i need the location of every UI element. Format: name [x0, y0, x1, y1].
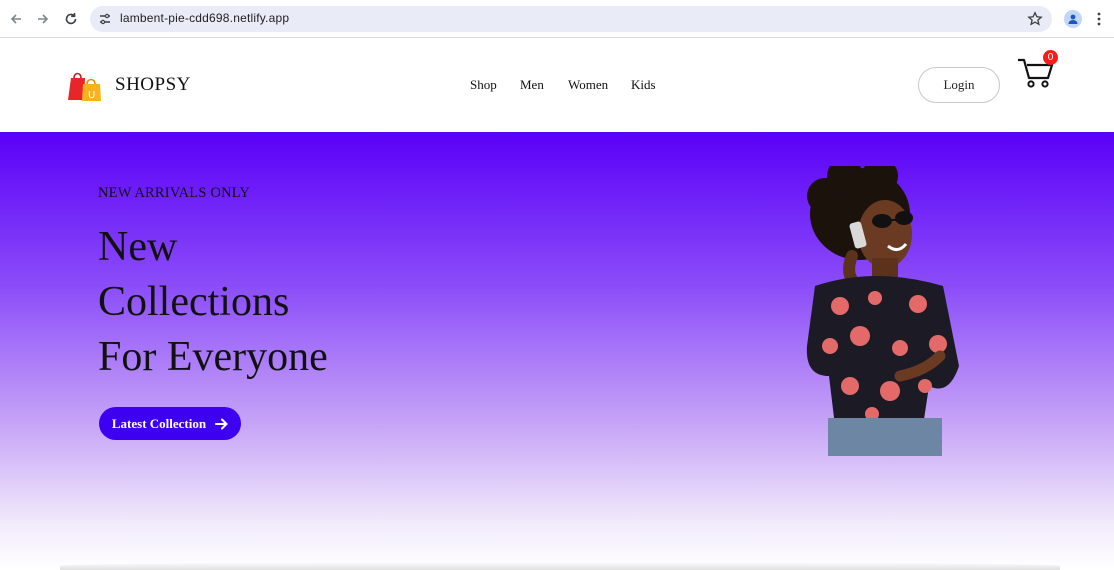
latest-collection-button[interactable]: Latest Collection	[99, 407, 241, 440]
url-text[interactable]: lambent-pie-cdd698.netlify.app	[120, 11, 289, 25]
nav-item-men[interactable]: Men	[520, 77, 544, 93]
back-icon[interactable]	[6, 9, 26, 29]
cta-label: Latest Collection	[111, 415, 207, 431]
nav-item-shop[interactable]: Shop	[470, 77, 497, 93]
profile-icon[interactable]	[1064, 10, 1082, 28]
hero-section: NEW ARRIVALS ONLY New Collections For Ev…	[0, 132, 1114, 570]
brand-name[interactable]: SHOPSY	[115, 74, 191, 96]
hero-title: New Collections For Everyone	[98, 220, 328, 385]
hero-title-line: New	[98, 224, 178, 270]
browser-toolbar: lambent-pie-cdd698.netlify.app	[0, 0, 1114, 38]
hero-title-line: Collections	[98, 279, 290, 325]
logo-letter: U	[88, 90, 95, 101]
arrow-right-icon	[215, 418, 229, 429]
reload-icon[interactable]	[61, 9, 81, 29]
forward-icon[interactable]	[33, 9, 53, 29]
address-bar[interactable]: lambent-pie-cdd698.netlify.app	[90, 6, 1052, 32]
nav-item-kids[interactable]: Kids	[631, 77, 656, 93]
nav-item-women[interactable]: Women	[568, 77, 608, 93]
section-divider-shadow	[60, 562, 1060, 570]
bookmark-star-icon[interactable]	[1027, 11, 1043, 27]
hero-title-line: For Everyone	[98, 334, 328, 380]
kebab-menu-icon[interactable]	[1096, 11, 1102, 27]
site-header: U SHOPSY Shop Men Women Kids Login 0	[0, 38, 1114, 132]
shopping-bag-logo-icon[interactable]: U	[66, 68, 102, 102]
site-settings-icon[interactable]	[98, 12, 112, 26]
hero-tagline: NEW ARRIVALS ONLY	[98, 185, 251, 201]
hero-model-image	[806, 166, 959, 456]
cart-count-badge: 0	[1043, 50, 1058, 65]
login-button[interactable]: Login	[918, 67, 1000, 103]
